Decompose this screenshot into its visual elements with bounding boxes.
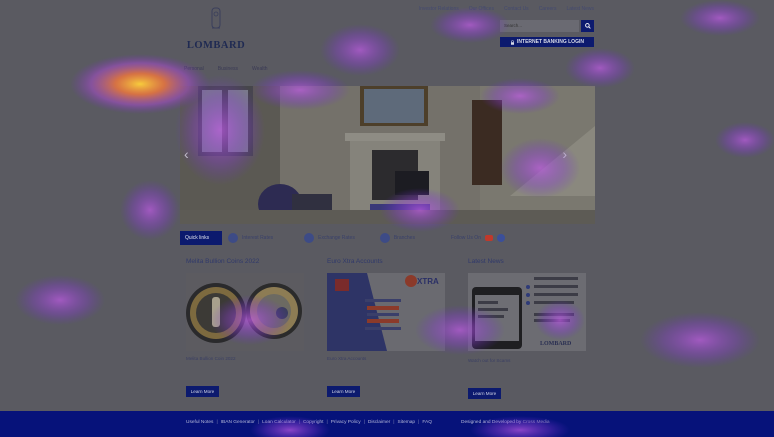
card-euro-xtra: Euro Xtra Accounts XTRA Euro Xtra Accoun…: [327, 258, 445, 397]
card-title[interactable]: Melita Bullion Coins 2022: [186, 258, 304, 265]
nav-item-wealth[interactable]: Wealth: [252, 66, 267, 72]
top-link-careers[interactable]: Careers: [539, 6, 557, 12]
footer-separator: |: [363, 420, 365, 425]
footer-separator: |: [326, 420, 328, 425]
internet-banking-login-button[interactable]: INTERNET BANKING LOGIN: [500, 37, 594, 47]
top-link-latest-news[interactable]: Latest News: [566, 6, 594, 12]
quick-links-bar: Quick links Interest Rates Exchange Rate…: [180, 231, 595, 245]
internet-banking-label: INTERNET BANKING LOGIN: [517, 39, 584, 45]
coins-image: [186, 273, 304, 351]
card-image[interactable]: [186, 273, 304, 351]
scam-warning-image: LOMBARD: [468, 273, 586, 351]
card-caption[interactable]: Watch out for Scams: [468, 358, 586, 363]
hero-next-arrow[interactable]: ›: [562, 146, 567, 162]
footer-separator: |: [216, 420, 218, 425]
card-title[interactable]: Euro Xtra Accounts: [327, 258, 445, 265]
quick-link-branches[interactable]: Branches: [379, 233, 415, 243]
exchange-icon: [304, 233, 315, 243]
search-input[interactable]: Search...: [500, 20, 579, 32]
credit-brand-link[interactable]: Cross Media: [523, 420, 550, 425]
footer-link-disclaimer[interactable]: Disclaimer: [368, 420, 390, 425]
xtra-ad-image: XTRA: [327, 273, 445, 351]
footer-link-iban-generator[interactable]: IBAN Generator: [221, 420, 255, 425]
footer: Useful Notes | IBAN Generator | Loan Calcu…: [0, 411, 774, 437]
lock-icon: [511, 39, 515, 45]
quick-link-label: Interest Rates: [242, 235, 274, 241]
top-link-investor-relations[interactable]: Investor Relations: [419, 6, 459, 12]
footer-credit: Designed and Developed by Cross Media: [461, 420, 550, 425]
footer-links: Useful Notes | IBAN Generator | Loan Calcu…: [186, 420, 432, 425]
crest-icon: [211, 7, 221, 29]
footer-separator: |: [418, 420, 420, 425]
hero-image: [180, 86, 595, 224]
facebook-icon[interactable]: [496, 234, 505, 242]
card-title[interactable]: Latest News: [468, 258, 586, 265]
follow-us: Follow Us On: [451, 234, 505, 242]
news-ad-brand: LOMBARD: [540, 341, 572, 347]
hero-prev-arrow[interactable]: ‹: [184, 146, 189, 162]
top-links: Investor Relations Our Offices Contact U…: [419, 6, 594, 12]
search-button[interactable]: [581, 20, 594, 32]
footer-separator: |: [298, 420, 300, 425]
footer-link-loan-calculator[interactable]: Loan Calculator: [262, 420, 296, 425]
quick-links-title: Quick links: [180, 231, 222, 245]
card-caption[interactable]: Melita Bullion Coin 2022: [186, 356, 304, 361]
footer-link-sitemap[interactable]: Sitemap: [398, 420, 416, 425]
xtra-brand-text: XTRA: [417, 277, 439, 286]
search-bar: Search...: [500, 20, 594, 32]
quick-link-label: Branches: [393, 235, 415, 241]
footer-separator: |: [393, 420, 395, 425]
top-link-contact-us[interactable]: Contact Us: [504, 6, 529, 12]
quick-link-interest-rates[interactable]: Interest Rates: [228, 233, 273, 243]
main-nav: Personal Business Wealth: [184, 66, 268, 72]
footer-link-privacy-policy[interactable]: Privacy Policy: [331, 420, 361, 425]
learn-more-button[interactable]: Learn More: [327, 386, 360, 397]
brand-name: LOMBARD: [186, 40, 246, 51]
follow-label: Follow Us On: [450, 235, 481, 241]
learn-more-button[interactable]: Learn More: [186, 386, 219, 397]
card-image[interactable]: LOMBARD: [468, 273, 586, 351]
footer-separator: |: [257, 420, 260, 425]
page: LOMBARD Investor Relations Our Offices C…: [0, 0, 774, 437]
nav-item-business[interactable]: Business: [218, 66, 238, 72]
credit-text: Designed and Developed by: [461, 420, 522, 425]
quick-link-label: Exchange Rates: [318, 235, 355, 241]
map-pin-icon: [379, 233, 390, 243]
youtube-icon[interactable]: [484, 235, 493, 241]
nav-item-personal[interactable]: Personal: [184, 66, 204, 72]
card-latest-news: Latest News LOMBARD Watch out for Scams …: [468, 258, 586, 399]
card-caption[interactable]: Euro Xtra Accounts: [327, 356, 445, 361]
hero-slider[interactable]: ‹ ›: [180, 86, 595, 224]
percent-icon: [228, 233, 238, 243]
footer-link-useful-notes[interactable]: Useful Notes: [186, 420, 213, 425]
card-image[interactable]: XTRA: [327, 273, 445, 351]
quick-link-exchange-rates[interactable]: Exchange Rates: [304, 233, 355, 243]
footer-link-faq[interactable]: FAQ: [422, 420, 432, 425]
card-bullion-coins: Melita Bullion Coins 2022 Melita Bullion…: [186, 258, 304, 397]
footer-link-copyright[interactable]: Copyright: [303, 420, 324, 425]
lombard-logo[interactable]: LOMBARD: [180, 6, 252, 52]
search-icon: [584, 23, 591, 29]
top-link-our-offices[interactable]: Our Offices: [469, 6, 494, 12]
learn-more-button[interactable]: Learn More: [468, 388, 501, 399]
